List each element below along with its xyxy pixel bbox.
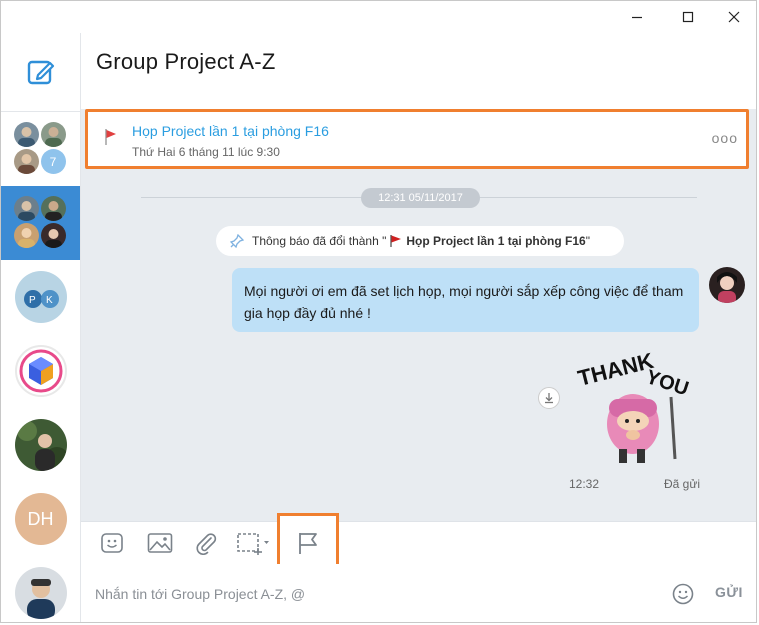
message-area: 11:43 Họp Project lần 1 tại phòng F16 Th… xyxy=(81,109,756,521)
minimize-button[interactable] xyxy=(614,1,660,33)
conversation-item-dh[interactable]: DH xyxy=(1,482,80,556)
conversation-item-group-project[interactable] xyxy=(1,186,80,260)
group-avatar xyxy=(13,196,68,250)
send-button[interactable]: GỬI xyxy=(715,584,743,600)
attach-file-button[interactable] xyxy=(192,531,220,555)
notice-suffix: " xyxy=(585,234,590,248)
sticker-text-you: YOU xyxy=(643,366,691,400)
notice-title: Họp Project lần 1 tại phòng F16 xyxy=(406,234,586,248)
compose-icon xyxy=(27,60,54,85)
message-composer: GỬI xyxy=(81,564,756,622)
conversation-item-group-1[interactable]: 7 xyxy=(1,112,80,186)
notice-prefix: Thông báo đã đổi thành " xyxy=(252,234,387,248)
member-avatar xyxy=(13,122,39,147)
member-avatar xyxy=(40,196,66,221)
member-avatar xyxy=(13,149,39,174)
download-button[interactable] xyxy=(538,387,560,409)
sticker-icon xyxy=(101,533,123,553)
date-separator: 12:31 05/11/2017 xyxy=(361,188,480,208)
close-button[interactable] xyxy=(711,1,756,33)
minimize-icon xyxy=(632,16,642,19)
pinned-datetime: Thứ Hai 6 tháng 11 lúc 9:30 xyxy=(132,145,280,159)
attach-icon xyxy=(196,533,217,555)
contact-avatar xyxy=(14,567,67,619)
sender-avatar xyxy=(709,267,745,303)
conversation-item-contact[interactable] xyxy=(1,408,80,482)
conversation-item-contact-2[interactable] xyxy=(1,556,80,622)
pinned-reminder[interactable]: Họp Project lần 1 tại phòng F16 Thứ Hai … xyxy=(85,109,749,169)
image-button[interactable] xyxy=(146,531,174,555)
member-count-badge: 7 xyxy=(40,149,66,174)
more-options-button[interactable]: ooo xyxy=(712,130,738,146)
flag-icon xyxy=(390,235,402,247)
pinned-title[interactable]: Họp Project lần 1 tại phòng F16 xyxy=(132,123,329,139)
svg-text:K: K xyxy=(46,295,53,306)
member-avatar xyxy=(13,196,39,221)
screenshot-icon xyxy=(237,533,269,555)
image-icon xyxy=(147,533,173,553)
message-status: Đã gửi xyxy=(664,477,701,491)
chat-header: Group Project A-Z xyxy=(81,33,756,109)
contact-initials-avatar: DH xyxy=(14,493,67,545)
message-input[interactable] xyxy=(93,580,637,608)
contact-avatar xyxy=(14,345,67,397)
group-avatar: 7 xyxy=(13,122,68,176)
message-bubble[interactable]: Mọi người ơi em đã set lịch họp, mọi ngư… xyxy=(232,268,699,332)
member-avatar xyxy=(13,223,39,248)
svg-text:P: P xyxy=(29,295,36,306)
app-window: 7 PK DH Group Project A-Z Họp Project lầ… xyxy=(0,0,757,623)
contact-avatar: PK xyxy=(14,271,67,323)
download-icon xyxy=(545,393,553,404)
maximize-icon xyxy=(682,11,694,23)
conversation-title: Group Project A-Z xyxy=(96,49,276,74)
screenshot-button[interactable] xyxy=(235,531,271,555)
maximize-button[interactable] xyxy=(665,1,711,33)
close-icon xyxy=(728,11,740,23)
flag-icon xyxy=(299,533,317,554)
conversation-item-app[interactable] xyxy=(1,334,80,408)
flag-icon xyxy=(105,129,116,145)
member-avatar xyxy=(40,122,66,147)
emoji-button[interactable] xyxy=(672,583,694,610)
sticker-button[interactable] xyxy=(98,531,126,555)
emoji-icon xyxy=(672,583,694,605)
compose-button[interactable] xyxy=(1,33,80,112)
system-notice: Thông báo đã đổi thành " Họp Project lần… xyxy=(216,226,624,256)
pin-icon xyxy=(230,234,244,248)
conversation-item-pk[interactable]: PK xyxy=(1,260,80,334)
contact-avatar xyxy=(14,419,67,471)
conversation-sidebar: 7 PK DH xyxy=(1,33,81,622)
message-time: 12:32 xyxy=(569,477,600,491)
member-avatar xyxy=(40,223,66,248)
composer-toolbar xyxy=(81,513,756,573)
thank-you-sticker[interactable]: THANK YOU xyxy=(575,339,695,469)
